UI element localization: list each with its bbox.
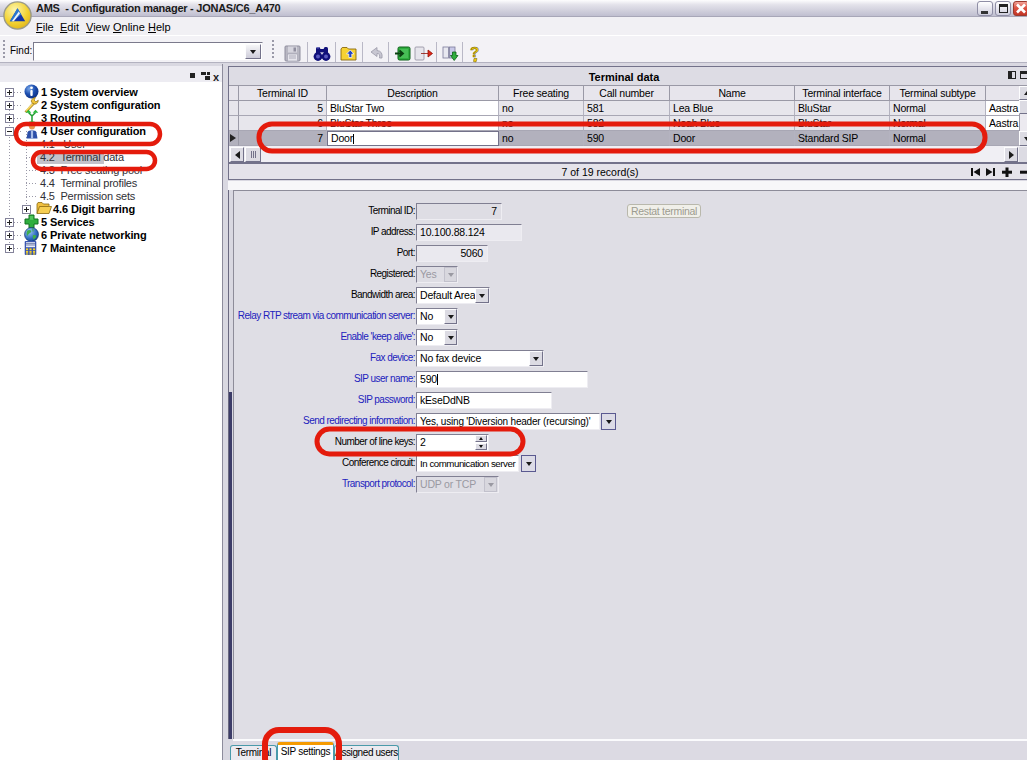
svg-text:?: ? bbox=[470, 44, 479, 60]
